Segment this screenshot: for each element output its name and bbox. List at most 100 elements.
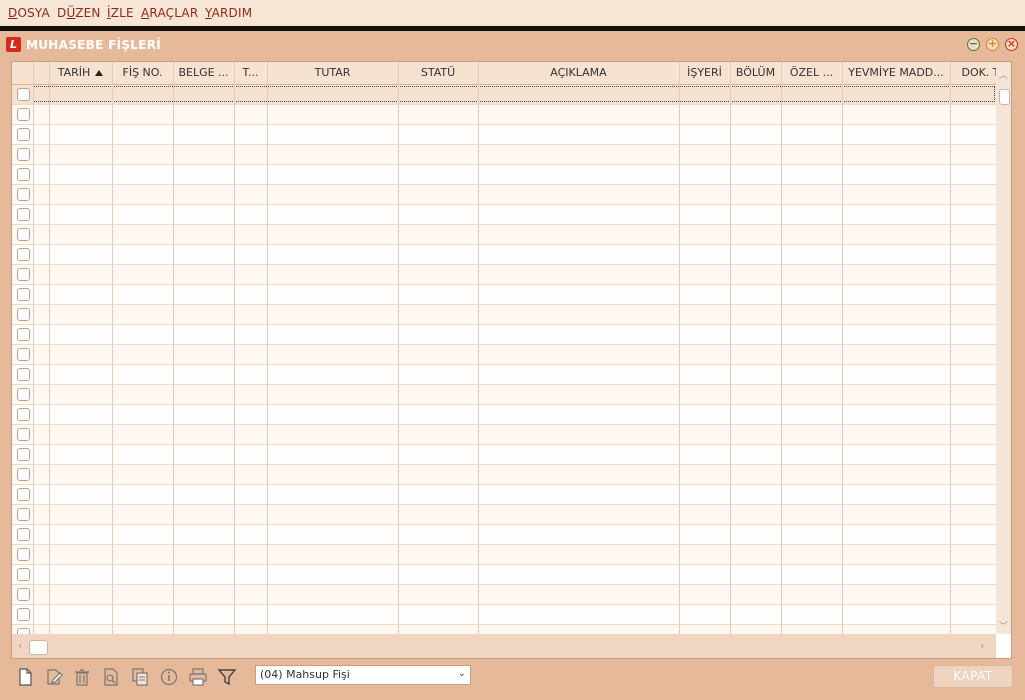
preview-icon[interactable] xyxy=(101,667,121,687)
row-checkbox[interactable] xyxy=(17,488,30,501)
scroll-down-icon[interactable]: ﹀ xyxy=(999,619,1008,632)
row-checkbox[interactable] xyxy=(17,88,30,101)
table-row[interactable] xyxy=(12,605,996,625)
menu-araclar[interactable]: ARAÇLAR xyxy=(141,6,198,20)
vertical-scrollbar[interactable]: ︿ ﹀ xyxy=(996,62,1011,634)
horizontal-scroll-thumb[interactable] xyxy=(29,640,48,655)
row-checkbox[interactable] xyxy=(17,348,30,361)
grid-column-divider xyxy=(730,62,731,634)
row-checkbox[interactable] xyxy=(17,208,30,221)
menu-yardim[interactable]: YARDIM xyxy=(205,6,252,20)
column-header[interactable]: STATÜ xyxy=(398,62,478,84)
column-header-label: ÖZEL ... xyxy=(789,66,834,79)
row-checkbox[interactable] xyxy=(17,328,30,341)
table-row[interactable] xyxy=(12,185,996,205)
row-checkbox[interactable] xyxy=(17,448,30,461)
row-checkbox[interactable] xyxy=(17,168,30,181)
scroll-right-icon[interactable]: › xyxy=(980,639,984,652)
column-header-label: YEVMİYE MADD... xyxy=(848,66,944,79)
row-checkbox[interactable] xyxy=(17,528,30,541)
row-checkbox[interactable] xyxy=(17,468,30,481)
column-header[interactable]: TARİH xyxy=(49,62,112,84)
table-row[interactable] xyxy=(12,565,996,585)
column-header[interactable]: ÖZEL ... xyxy=(781,62,842,84)
table-row[interactable] xyxy=(12,465,996,485)
table-row[interactable] xyxy=(12,245,996,265)
row-checkbox[interactable] xyxy=(17,308,30,321)
column-header[interactable]: İŞYERİ xyxy=(679,62,730,84)
print-icon[interactable] xyxy=(188,667,208,687)
table-row[interactable] xyxy=(12,625,996,634)
column-header-label: TARİH xyxy=(57,66,91,79)
window-titlebar[interactable]: L MUHASEBE FİŞLERİ − + × xyxy=(0,31,1025,59)
row-checkbox[interactable] xyxy=(17,128,30,141)
menu-dosya[interactable]: DOSYA xyxy=(8,6,50,20)
table-row[interactable] xyxy=(12,385,996,405)
column-header[interactable]: AÇIKLAMA xyxy=(478,62,679,84)
scroll-left-icon[interactable]: ‹ xyxy=(18,639,22,652)
row-checkbox[interactable] xyxy=(17,608,30,621)
row-checkbox[interactable] xyxy=(17,288,30,301)
row-checkbox[interactable] xyxy=(17,508,30,521)
delete-icon[interactable] xyxy=(72,667,92,687)
menu-duzen[interactable]: DÜZEN xyxy=(57,6,101,20)
table-row[interactable] xyxy=(12,545,996,565)
horizontal-scrollbar[interactable]: ‹ › xyxy=(12,634,996,658)
row-checkbox[interactable] xyxy=(17,568,30,581)
table-row[interactable] xyxy=(12,165,996,185)
table-row[interactable] xyxy=(12,285,996,305)
column-header[interactable]: BELGE ... xyxy=(173,62,234,84)
scroll-up-icon[interactable]: ︿ xyxy=(999,68,1008,81)
table-row[interactable] xyxy=(12,125,996,145)
table-row[interactable] xyxy=(12,85,996,105)
row-checkbox[interactable] xyxy=(17,248,30,261)
column-header[interactable]: BÖLÜM xyxy=(730,62,781,84)
row-checkbox[interactable] xyxy=(17,148,30,161)
grid-body[interactable] xyxy=(12,85,996,634)
row-checkbox[interactable] xyxy=(17,548,30,561)
row-checkbox[interactable] xyxy=(17,428,30,441)
maximize-button[interactable]: + xyxy=(986,38,999,51)
row-checkbox[interactable] xyxy=(17,588,30,601)
row-checkbox[interactable] xyxy=(17,228,30,241)
row-checkbox[interactable] xyxy=(17,268,30,281)
table-row[interactable] xyxy=(12,585,996,605)
column-header[interactable]: TUTAR xyxy=(267,62,398,84)
column-header[interactable]: T... xyxy=(234,62,267,84)
table-row[interactable] xyxy=(12,485,996,505)
table-row[interactable] xyxy=(12,265,996,285)
chevron-down-icon[interactable]: ⌄ xyxy=(458,668,466,679)
minimize-button[interactable]: − xyxy=(967,38,980,51)
vertical-scroll-thumb[interactable] xyxy=(999,89,1010,105)
table-row[interactable] xyxy=(12,225,996,245)
table-row[interactable] xyxy=(12,445,996,465)
column-header[interactable]: FİŞ NO. xyxy=(112,62,173,84)
table-row[interactable] xyxy=(12,345,996,365)
row-checkbox[interactable] xyxy=(17,408,30,421)
table-row[interactable] xyxy=(12,205,996,225)
close-window-button[interactable]: × xyxy=(1005,38,1018,51)
kapat-button[interactable]: KAPAT xyxy=(933,665,1013,688)
row-checkbox[interactable] xyxy=(17,388,30,401)
table-row[interactable] xyxy=(12,425,996,445)
fis-grid[interactable]: TARİH FİŞ NO. BELGE ... T... TUTAR STATÜ AÇIKL… xyxy=(11,61,1012,659)
table-row[interactable] xyxy=(12,365,996,385)
table-row[interactable] xyxy=(12,305,996,325)
info-icon[interactable] xyxy=(159,667,179,687)
table-row[interactable] xyxy=(12,325,996,345)
row-checkbox[interactable] xyxy=(17,108,30,121)
table-row[interactable] xyxy=(12,105,996,125)
table-row[interactable] xyxy=(12,405,996,425)
new-document-icon[interactable] xyxy=(15,667,35,687)
row-checkbox[interactable] xyxy=(17,188,30,201)
fis-type-select[interactable]: (04) Mahsup Fişi ⌄ xyxy=(255,665,471,685)
edit-icon[interactable] xyxy=(44,667,64,687)
table-row[interactable] xyxy=(12,525,996,545)
menu-izle[interactable]: İZLE xyxy=(107,6,134,20)
table-row[interactable] xyxy=(12,505,996,525)
row-checkbox[interactable] xyxy=(17,368,30,381)
filter-icon[interactable] xyxy=(217,667,237,687)
column-header[interactable]: YEVMİYE MADD... xyxy=(842,62,950,84)
copy-icon[interactable] xyxy=(130,667,150,687)
table-row[interactable] xyxy=(12,145,996,165)
